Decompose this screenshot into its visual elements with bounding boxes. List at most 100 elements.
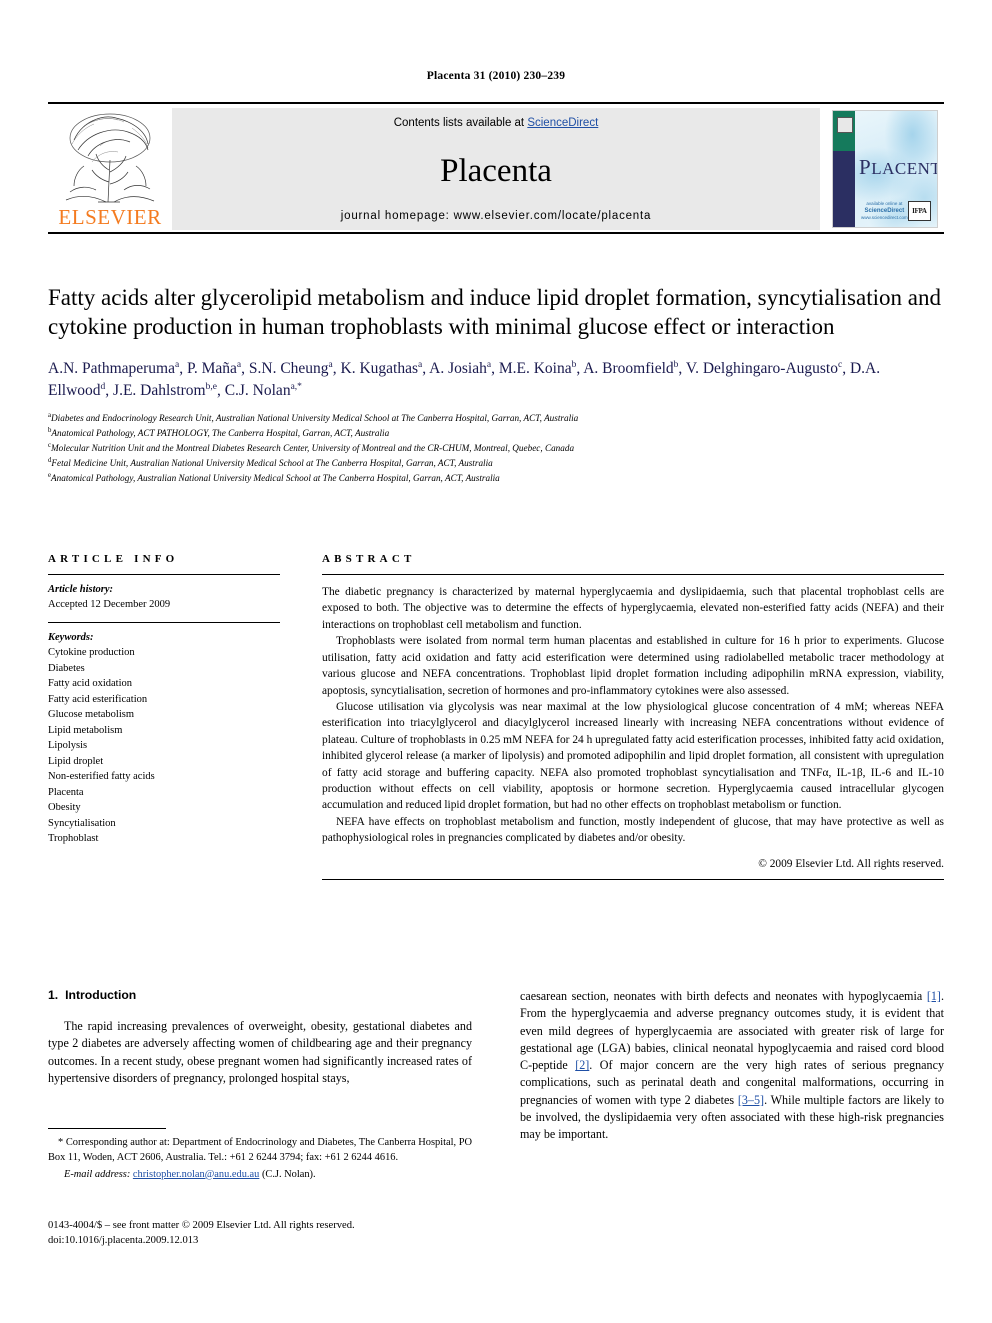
affiliation-item: dFetal Medicine Unit, Australian Nationa… [48,457,493,469]
cover-sd-mark: ScienceDirect [864,207,905,214]
author-name: P. Maña [186,359,237,377]
cover-title-initial: P [859,155,872,179]
keyword-item: Fatty acid esterification [48,693,148,705]
corresponding-author-text: * Corresponding author at: Department of… [48,1137,472,1163]
journal-homepage[interactable]: journal homepage: www.elsevier.com/locat… [341,210,651,222]
keyword-item: Glucose metabolism [48,709,135,721]
elsevier-tree-icon [58,110,162,206]
abstract-paragraph: The diabetic pregnancy is characterized … [322,586,944,631]
article-history-group: Article history: Accepted 12 December 20… [48,575,280,622]
masthead-top-rule [48,102,944,104]
journal-masthead: ELSEVIER Contents lists available at Sci… [48,102,944,234]
cover-title: PLACENTA [859,155,937,180]
doi-line: doi:10.1016/j.placenta.2009.12.013 [48,1235,199,1247]
email-label: E-mail address: [64,1168,131,1180]
affiliation-mark: e [48,472,52,480]
affiliation-mark: c [48,442,52,450]
abstract-paragraph: NEFA have effects on trophoblast metabol… [322,815,944,845]
cover-title-rest: LACENTA [871,159,937,178]
email-line: E-mail address: christopher.nolan@anu.ed… [48,1168,472,1183]
journal-title: Placenta [440,153,552,189]
citation-link[interactable]: [3–5] [738,1093,764,1107]
keyword-item: Lipolysis [48,740,88,752]
affiliation-item: eAnatomical Pathology, Australian Nation… [48,472,500,484]
abstract-body: The diabetic pregnancy is characterized … [322,575,944,847]
author-affiliation-mark: b [673,359,679,370]
email-link[interactable]: christopher.nolan@anu.edu.au [133,1169,259,1180]
cover-badges: available online at ScienceDirect www.sc… [861,201,931,221]
author-name: V. Delghingaro-Augusto [685,359,838,377]
author-list: A.N. Pathmaperumaa, P. Mañaa, S.N. Cheun… [48,359,881,399]
keyword-item: Obesity [48,802,81,814]
keyword-item: Cytokine production [48,646,135,658]
contents-available-line: Contents lists available at ScienceDirec… [394,117,599,129]
affiliation-list: aDiabetes and Endocrinology Research Uni… [48,411,944,486]
keyword-item: Trophoblast [48,833,99,845]
author-affiliation-mark: d [100,381,106,392]
keyword-item: Fatty acid oxidation [48,678,132,690]
author-affiliation-mark: b [571,359,577,370]
article-info-heading: ARTICLE INFO [48,553,179,565]
cover-sciencedirect-badge: available online at ScienceDirect www.sc… [861,201,908,221]
cover-sd-url: www.sciencedirect.com [861,214,908,220]
affiliation-mark: d [48,457,52,465]
author-affiliation-mark: c [838,359,843,370]
section-number: 1. [48,988,59,1002]
elsevier-wordmark: ELSEVIER [58,205,162,229]
keyword-item: Lipid droplet [48,755,104,767]
author-affiliation-mark: a [328,359,333,370]
article-info-column: ARTICLE INFO Article history: Accepted 1… [48,553,280,880]
keywords-group: Keywords: Cytokine production Diabetes Fat… [48,623,280,856]
section-heading-introduction: 1. Introduction [48,988,472,1002]
elsevier-logo: ELSEVIER [48,108,172,230]
intro-paragraph-left: The rapid increasing prevalences of over… [48,1019,472,1085]
title-block: Fatty acids alter glycerolipid metabolis… [48,284,944,486]
citation-link[interactable]: [1] [927,989,941,1003]
cover-sd-top-text: available online at [866,200,903,206]
author-affiliation-mark: b,e [205,381,217,392]
keyword-item: Placenta [48,786,84,798]
email-owner: (C.J. Nolan). [261,1168,316,1180]
keyword-item: Diabetes [48,662,85,674]
info-abstract-section: ARTICLE INFO Article history: Accepted 1… [48,553,944,880]
journal-article-page: Placenta 31 (2010) 230–239 ELSEVIER Cont… [0,0,992,1323]
abstract-rule-bottom [322,878,944,880]
abstract-paragraph: Glucose utilisation via glycolysis was n… [322,700,944,812]
author-affiliation-mark: a [174,359,180,370]
author-name: M.E. Koina [498,359,572,377]
intro-paragraph-right: caesarean section, neonates with birth d… [520,989,944,1142]
sciencedirect-link[interactable]: ScienceDirect [527,117,598,129]
masthead-bottom-rule [48,232,944,234]
abstract-paragraph: Trophoblasts were isolated from normal t… [322,635,944,697]
article-history-label: Article history: [48,584,114,595]
keywords-list: Cytokine production Diabetes Fatty acid ox… [48,645,280,847]
affiliation-item: cMolecular Nutrition Unit and the Montre… [48,442,575,454]
abstract-copyright: © 2009 Elsevier Ltd. All rights reserved… [758,857,944,870]
cover-spine-logo-box [837,117,853,133]
author-affiliation-mark: a,* [290,381,302,392]
keyword-item: Non-esterified fatty acids [48,771,155,783]
citation-link[interactable]: [2] [575,1058,589,1072]
affiliation-item: bAnatomical Pathology, ACT PATHOLOGY, Th… [48,426,390,439]
author-name: A. Josiah [429,359,487,377]
article-history-value: Accepted 12 December 2009 [48,599,171,611]
running-head: Placenta 31 (2010) 230–239 [426,70,566,82]
body-columns: 1. Introduction The rapid increasing prev… [48,988,944,1144]
abstract-column: ABSTRACT The diabetic pregnancy is chara… [322,553,944,880]
author-affiliation-mark: a [486,359,492,370]
issn-copyright-line: 0143-4004/$ – see front matter © 2009 El… [48,1220,355,1231]
author-affiliation-mark: a [418,359,423,370]
corresponding-author-footnote: * Corresponding author at: Department of… [48,1128,472,1182]
author-name: K. Kugathas [340,359,419,377]
journal-cover-thumbnail: PLACENTA available online at ScienceDire… [826,108,944,230]
page-title: Fatty acids alter glycerolipid metabolis… [48,285,941,339]
imprint-block: 0143-4004/$ – see front matter © 2009 El… [48,1218,508,1249]
cover-ifpa-badge: IFPA [907,201,931,221]
author-name: J.E. Dahlstrom [113,381,206,399]
author-name: S.N. Cheung [248,359,329,377]
author-affiliation-mark: a [236,359,242,370]
body-column-left: 1. Introduction The rapid increasing prev… [48,988,472,1144]
author-name: C.J. Nolan [224,381,291,399]
keyword-item: Syncytialisation [48,817,116,829]
contents-prefix-text: Contents lists available at [393,117,528,129]
